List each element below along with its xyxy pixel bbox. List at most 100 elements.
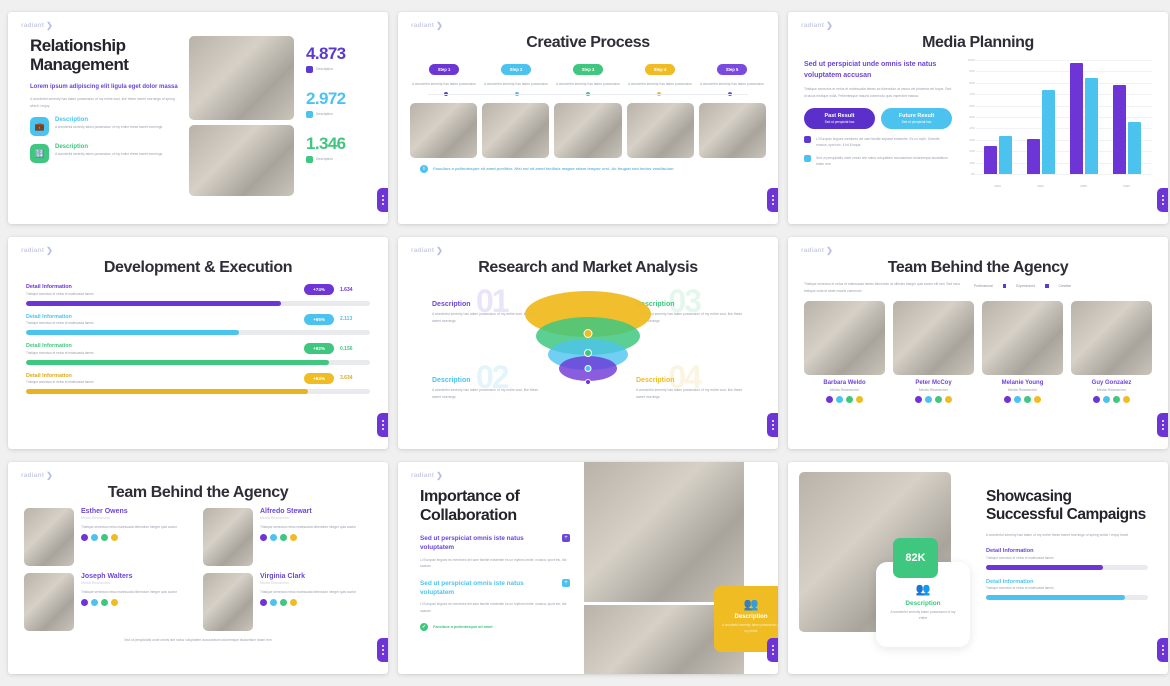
y-tick: 0% (970, 172, 975, 176)
step-item[interactable]: Step 4 A wonderful serenity has taken po… (626, 58, 694, 87)
social-links[interactable] (260, 534, 356, 542)
member-name: Esther Owens (81, 508, 128, 515)
facebook-icon[interactable] (260, 534, 267, 542)
instagram-icon[interactable] (945, 395, 952, 403)
linkedin-icon[interactable] (1113, 395, 1120, 403)
slide-options-button[interactable] (1157, 638, 1168, 662)
slide-options-button[interactable] (767, 188, 778, 212)
twitter-icon[interactable] (925, 395, 932, 403)
slide-development-execution[interactable]: radiant ❯ Development & Execution Detail… (8, 237, 388, 449)
linkedin-icon[interactable] (935, 395, 942, 403)
team-member-row[interactable]: Virginia Clark Media Researcher Tristiqu… (203, 573, 372, 631)
team-member-card[interactable]: Melanie Young Media Researcher (982, 301, 1063, 403)
slide-deck: radiant ❯ Relationship Management Lorem … (0, 0, 1170, 686)
slide-options-button[interactable] (767, 638, 778, 662)
linkedin-icon[interactable] (846, 395, 853, 403)
slide-media-planning[interactable]: radiant ❯ Media Planning Sed ut perspici… (788, 12, 1168, 224)
step-connector (398, 92, 778, 97)
funnel-item-04: Description A wonderful serenity has tak… (636, 377, 744, 401)
slide-options-button[interactable] (377, 638, 388, 662)
linkedin-icon[interactable] (101, 534, 108, 542)
slide-showcasing-campaigns[interactable]: 82K 👥 Description A wonderful serenity t… (788, 462, 1168, 674)
team-member-card[interactable]: Barbara Weldo Media Researcher (804, 301, 885, 403)
page-title: Development & Execution (103, 259, 293, 276)
instagram-icon[interactable] (1123, 395, 1130, 403)
legend-dot-icon (1002, 284, 1007, 288)
slide-options-button[interactable] (377, 413, 388, 437)
block-heading: Sed ut perspiciat omnis iste natus volup… (420, 535, 524, 552)
slide-options-button[interactable] (767, 413, 778, 437)
step-item[interactable]: Step 1 A wonderful serenity has taken po… (410, 58, 478, 87)
instagram-icon[interactable] (856, 395, 863, 403)
future-result-button[interactable]: Future Result Sed ut perspiciat hac (881, 107, 952, 129)
feature-text: A wonderful serenity taken possession of… (55, 125, 163, 130)
facebook-icon[interactable] (260, 599, 267, 607)
instagram-icon[interactable] (290, 534, 297, 542)
plus-icon[interactable]: + (562, 534, 570, 543)
linkedin-icon[interactable] (1024, 395, 1031, 403)
slide-options-button[interactable] (377, 188, 388, 212)
facebook-icon[interactable] (81, 534, 88, 542)
team-member-row[interactable]: Esther Owens Media Researcher Tristique … (24, 508, 193, 566)
twitter-icon[interactable] (270, 599, 277, 607)
item-heading: Description (636, 377, 675, 384)
social-links[interactable] (81, 534, 177, 542)
step-item[interactable]: Step 2 A wonderful serenity has taken po… (482, 58, 550, 87)
funnel-node-green-icon (584, 349, 592, 357)
slide-team-behind-agency-1[interactable]: radiant ❯ Team Behind the Agency Tristiq… (788, 237, 1168, 449)
step-item[interactable]: Step 5 A wonderful serenity has taken po… (698, 58, 766, 87)
twitter-icon[interactable] (1103, 395, 1110, 403)
twitter-icon[interactable] (270, 534, 277, 542)
slide-team-behind-agency-2[interactable]: radiant ❯ Team Behind the Agency Esther … (8, 462, 388, 674)
facebook-icon[interactable] (915, 395, 922, 403)
team-member-row[interactable]: Alfredo Stewart Media Researcher Tristiq… (203, 508, 372, 566)
slide-options-button[interactable] (1157, 413, 1168, 437)
twitter-icon[interactable] (836, 395, 843, 403)
social-links[interactable] (1071, 395, 1152, 403)
plus-icon[interactable]: + (562, 578, 570, 587)
social-links[interactable] (81, 599, 177, 607)
social-links[interactable] (260, 599, 356, 607)
process-images (398, 96, 778, 159)
instagram-icon[interactable] (111, 599, 118, 607)
instagram-icon[interactable] (290, 599, 297, 607)
past-result-button[interactable]: Past Result Sed ut perspiciat hac (804, 107, 875, 129)
twitter-icon[interactable] (91, 599, 98, 607)
facebook-icon[interactable] (1093, 395, 1100, 403)
social-links[interactable] (893, 395, 974, 403)
stat-swatch-icon (306, 156, 313, 163)
logo-text: radiant (801, 22, 825, 29)
slide-research-market-analysis[interactable]: radiant ❯ Research and Market Analysis 0… (398, 237, 778, 449)
team-member-card[interactable]: Peter McCoy Media Researcher (893, 301, 974, 403)
logo-text: radiant (21, 472, 45, 479)
avatar (24, 508, 74, 566)
instagram-icon[interactable] (1034, 395, 1041, 403)
facebook-icon[interactable] (826, 395, 833, 403)
bullet-text: Li Europan lingues membres del sam famil… (816, 136, 941, 147)
step-badge: Step 3 (572, 64, 604, 75)
member-text: Tristique senectus netus malesuada biben… (81, 525, 178, 529)
slide-importance-collaboration[interactable]: radiant ❯ Importance of Collaboration Se… (398, 462, 778, 674)
slide-options-button[interactable] (1157, 188, 1168, 212)
team-member-card[interactable]: Guy Gonzalez Media Researcher (1071, 301, 1152, 403)
facebook-icon[interactable] (81, 599, 88, 607)
linkedin-icon[interactable] (280, 599, 287, 607)
facebook-icon[interactable] (1004, 395, 1011, 403)
stat-label: Description (316, 111, 333, 116)
social-links[interactable] (982, 395, 1063, 403)
slide-creative-process[interactable]: radiant ❯ Creative Process Step 1 A wond… (398, 12, 778, 224)
team-grid: Esther Owens Media Researcher Tristique … (8, 502, 388, 631)
member-role: Media Researcher (829, 387, 860, 392)
social-links[interactable] (804, 395, 885, 403)
linkedin-icon[interactable] (101, 599, 108, 607)
instagram-icon[interactable] (111, 534, 118, 542)
detail-text: Tristique senectus et netus et malesuada… (986, 555, 1054, 560)
slide-relationship-management[interactable]: radiant ❯ Relationship Management Lorem … (8, 12, 388, 224)
team-member-row[interactable]: Joseph Walters Media Researcher Tristiqu… (24, 573, 193, 631)
linkedin-icon[interactable] (280, 534, 287, 542)
twitter-icon[interactable] (91, 534, 98, 542)
twitter-icon[interactable] (1014, 395, 1021, 403)
team-cards: Barbara Weldo Media Researcher Peter McC… (788, 294, 1168, 403)
step-item[interactable]: Step 3 A wonderful serenity has taken po… (554, 58, 622, 87)
progress-track (26, 330, 370, 335)
